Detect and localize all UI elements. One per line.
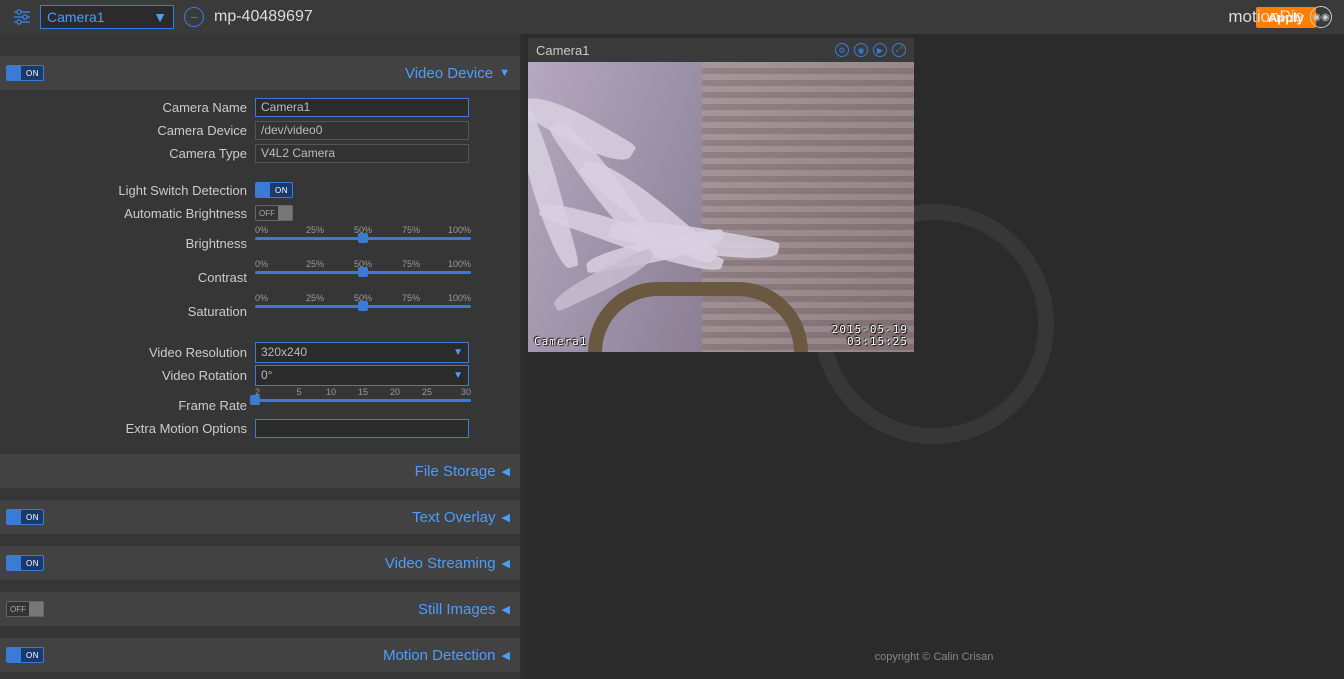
- brand-label: motionPie ◉◉: [1228, 6, 1332, 28]
- camera-device-label: Camera Device: [0, 123, 255, 138]
- chevron-down-icon: ▼: [453, 347, 463, 358]
- resolution-label: Video Resolution: [0, 345, 255, 360]
- resolution-select[interactable]: 320x240▼: [255, 342, 469, 363]
- extra-options-input[interactable]: [255, 419, 469, 438]
- play-icon[interactable]: ▶: [873, 43, 887, 57]
- light-switch-label: Light Switch Detection: [0, 183, 255, 198]
- section-motion-detection[interactable]: Motion Detection ◀: [0, 638, 520, 672]
- section-text-overlay[interactable]: Text Overlay ◀: [0, 500, 520, 534]
- section-title: File Storage: [415, 463, 496, 480]
- section-title: Video Device: [405, 65, 493, 82]
- contrast-slider[interactable]: [255, 271, 471, 274]
- chevron-down-icon: ▼: [499, 67, 510, 79]
- saturation-label: Saturation: [0, 293, 255, 319]
- chevron-left-icon: ◀: [502, 465, 510, 478]
- brightness-label: Brightness: [0, 225, 255, 251]
- chevron-down-icon: ▼: [453, 370, 463, 381]
- section-title: Motion Detection: [383, 647, 496, 664]
- chevron-left-icon: ◀: [502, 557, 510, 570]
- brightness-slider[interactable]: [255, 237, 471, 240]
- camera-name-input[interactable]: [255, 98, 469, 117]
- settings-icon[interactable]: ⚙: [835, 43, 849, 57]
- camera-select-value: Camera1: [47, 9, 105, 25]
- framerate-slider[interactable]: [255, 399, 471, 402]
- owl-icon: ◉◉: [1310, 6, 1332, 28]
- chevron-left-icon: ◀: [502, 649, 510, 662]
- camera-name-label: Camera Name: [0, 100, 255, 115]
- section-title: Still Images: [418, 601, 496, 618]
- chevron-down-icon: ▼: [153, 9, 167, 25]
- video-device-toggle[interactable]: [6, 65, 44, 81]
- camera-select[interactable]: Camera1 ▼: [40, 5, 174, 29]
- contrast-label: Contrast: [0, 259, 255, 285]
- settings-icon[interactable]: [10, 5, 34, 29]
- rotation-select[interactable]: 0°▼: [255, 365, 469, 386]
- camera-type-field: [255, 144, 469, 163]
- motion-detection-toggle[interactable]: [6, 647, 44, 663]
- auto-brightness-toggle[interactable]: [255, 205, 293, 221]
- camera-type-label: Camera Type: [0, 146, 255, 161]
- camera-device-field: [255, 121, 469, 140]
- extra-options-label: Extra Motion Options: [0, 421, 255, 436]
- osd-time: 03:15:25: [847, 335, 908, 348]
- light-switch-toggle[interactable]: [255, 182, 293, 198]
- camera-preview-header: Camera1 ⚙ ◉ ▶ ⤢: [528, 38, 914, 62]
- section-video-streaming[interactable]: Video Streaming ◀: [0, 546, 520, 580]
- text-overlay-toggle[interactable]: [6, 509, 44, 525]
- chevron-left-icon: ◀: [502, 603, 510, 616]
- saturation-slider[interactable]: [255, 305, 471, 308]
- camera-preview-label: Camera1: [536, 43, 589, 58]
- hostname-label: mp-40489697: [214, 8, 313, 26]
- section-title: Text Overlay: [412, 509, 495, 526]
- snapshot-icon[interactable]: ◉: [854, 43, 868, 57]
- section-video-device[interactable]: Video Device ▼: [0, 56, 520, 90]
- chevron-left-icon: ◀: [502, 511, 510, 524]
- video-streaming-toggle[interactable]: [6, 555, 44, 571]
- section-file-storage[interactable]: File Storage ◀: [0, 454, 520, 488]
- auto-brightness-label: Automatic Brightness: [0, 206, 255, 221]
- osd-camera-name: Camera1: [534, 335, 587, 348]
- camera-preview-image[interactable]: Camera1 2015-05-19 03:15:25: [528, 62, 914, 352]
- fullscreen-icon[interactable]: ⤢: [892, 43, 906, 57]
- framerate-ticks: 251015202530: [255, 387, 471, 397]
- rotation-label: Video Rotation: [0, 368, 255, 383]
- remove-camera-button[interactable]: −: [184, 7, 204, 27]
- framerate-label: Frame Rate: [0, 387, 255, 413]
- still-images-toggle[interactable]: [6, 601, 44, 617]
- footer-copyright: copyright © Calin Crisan: [875, 651, 994, 663]
- section-title: Video Streaming: [385, 555, 496, 572]
- section-still-images[interactable]: Still Images ◀: [0, 592, 520, 626]
